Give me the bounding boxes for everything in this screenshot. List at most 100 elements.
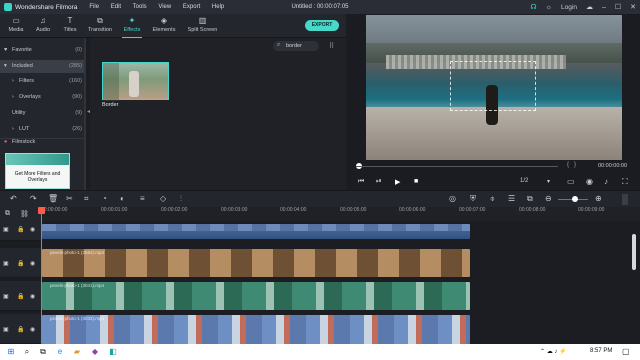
sidebar-item-lut[interactable]: › LUT (26) — [0, 123, 86, 136]
minimize-icon[interactable]: – — [602, 4, 606, 11]
transform-box[interactable] — [450, 61, 536, 111]
windows-start-icon[interactable]: ⊞ — [6, 347, 16, 357]
in-out-bracket-icon[interactable]: { } — [567, 162, 576, 168]
tab-titles[interactable]: T Titles — [60, 14, 80, 38]
promo-thumbnail — [6, 154, 69, 165]
menu-view[interactable]: View — [158, 4, 171, 10]
color-icon[interactable]: ◐ — [120, 194, 125, 203]
add-track-icon[interactable]: ⧉ — [5, 210, 10, 218]
crop-icon[interactable]: ⌗ — [84, 194, 89, 204]
login-button[interactable]: Login — [561, 4, 577, 11]
export-button[interactable]: EXPORT — [305, 20, 339, 31]
tab-transition[interactable]: ⧉ Transition — [85, 14, 115, 38]
voiceover-icon[interactable]: ☰ — [508, 194, 515, 203]
snapshot-icon[interactable]: ◉ — [586, 177, 593, 186]
split-audio-icon[interactable]: ⫶ — [180, 194, 182, 204]
timeline-clip-4[interactable]: pexels-photo-1 (3033).mp4 — [42, 315, 470, 344]
sidebar-item-included[interactable]: ▾ Included (285) — [0, 60, 86, 73]
monitor-icon[interactable]: ▭ — [567, 177, 575, 186]
track-header-top: ⧉ ⛓ — [0, 207, 41, 221]
timeline-clip-2[interactable]: pexels-photo-1 (2584).mp4 — [42, 249, 470, 277]
lock-icon[interactable]: 🔒 — [17, 326, 24, 333]
render-icon[interactable]: ◎ — [449, 194, 456, 203]
lock-icon[interactable]: 🔒 — [17, 226, 24, 233]
clip-name: pexels-photo-1 (3041).mp4 — [50, 283, 105, 288]
tab-split-screen[interactable]: ▥ Split Screen — [185, 14, 220, 38]
system-tray-icons[interactable]: ⌃ ☁ ♪ ⚡ — [540, 348, 567, 355]
preview-scrubber[interactable] — [356, 166, 558, 167]
grid-view-icon[interactable]: ⠿ — [329, 42, 334, 50]
bulb-icon[interactable]: ☼ — [546, 4, 552, 11]
shield-icon[interactable]: ⛨ — [470, 194, 476, 204]
notification-icon[interactable]: ▢ — [622, 347, 630, 356]
preview-video[interactable] — [366, 15, 622, 160]
timeline-vertical-scrollbar[interactable] — [632, 234, 636, 270]
timeline-handle[interactable] — [622, 194, 628, 205]
menu-export[interactable]: Export — [183, 4, 200, 10]
effect-thumbnail-border[interactable] — [102, 62, 169, 101]
tab-elements[interactable]: ◈ Elements — [150, 14, 178, 38]
lock-icon[interactable]: 🔒 — [17, 260, 24, 267]
sidebar-item-favorite[interactable]: ♥ Favorite (0) — [0, 44, 86, 57]
sidebar-item-overlays[interactable]: › Overlays (90) — [0, 91, 86, 104]
split-screen-icon: ▥ — [198, 16, 207, 25]
filmora-taskbar-icon[interactable]: ◧ — [108, 347, 118, 357]
filmstock-icon: ● — [4, 139, 8, 145]
delete-icon[interactable]: 🗑 — [48, 194, 58, 203]
sidebar-item-filters[interactable]: › Filters (160) — [0, 75, 86, 88]
text-T-icon: T — [67, 16, 73, 25]
microphone-icon[interactable]: ⌽ — [490, 194, 495, 204]
cut-icon[interactable]: ✂ — [66, 194, 73, 203]
file-explorer-icon[interactable]: ▰ — [72, 347, 82, 357]
chevron-down-icon[interactable]: ▾ — [547, 178, 550, 185]
task-view-icon[interactable]: ⧉ — [38, 347, 48, 357]
resolution-select[interactable]: 1/2 — [520, 178, 528, 184]
volume-icon[interactable]: ♪ — [604, 177, 608, 186]
edge-icon[interactable]: e — [55, 347, 65, 357]
person-figure — [129, 71, 139, 97]
zoom-out-icon[interactable]: ⊖ — [545, 194, 552, 203]
lock-icon[interactable]: 🔒 — [17, 293, 24, 300]
close-icon[interactable]: ✕ — [630, 3, 636, 11]
timeline-clip-3[interactable]: pexels-photo-1 (3041).mp4 — [42, 282, 470, 310]
headset-icon[interactable]: ☊ — [530, 3, 536, 11]
menu-edit[interactable]: Edit — [111, 4, 121, 10]
fullscreen-icon[interactable]: ⛶ — [622, 177, 628, 187]
menu-file[interactable]: File — [89, 4, 99, 10]
eye-icon[interactable]: ◉ — [30, 226, 35, 233]
timeline-ruler[interactable]: 00:00:00:00 00:00:01:00 00:00:02:00 00:0… — [41, 207, 640, 221]
maximize-icon[interactable]: ☐ — [615, 3, 621, 11]
audio-mixer-icon[interactable]: ≡ — [140, 194, 145, 203]
app-icon[interactable]: ◆ — [90, 347, 100, 357]
tab-effects[interactable]: ✦ Effects — [120, 14, 144, 38]
prev-frame-icon[interactable]: ⏮ — [358, 178, 364, 186]
playhead-handle[interactable] — [38, 207, 45, 214]
sidebar-scrollbar[interactable] — [84, 38, 86, 190]
sidebar-item-utility[interactable]: Utility (9) — [0, 107, 86, 120]
eye-icon[interactable]: ◉ — [30, 260, 35, 267]
menu-tools[interactable]: Tools — [133, 4, 147, 10]
promo-card[interactable]: Get More Filters and Overlays — [5, 153, 70, 189]
link-icon[interactable]: ⛓ — [20, 210, 29, 218]
eye-icon[interactable]: ◉ — [30, 326, 35, 333]
tab-media[interactable]: ▭ Media — [6, 14, 26, 38]
play-icon[interactable]: ▶ — [395, 178, 400, 186]
playhead[interactable] — [41, 207, 42, 344]
speed-icon[interactable]: ◔ — [102, 194, 107, 203]
stop-icon[interactable]: ■ — [414, 178, 418, 185]
keyframe-icon[interactable]: ◇ — [160, 194, 166, 203]
eye-icon[interactable]: ◉ — [30, 293, 35, 300]
detach-icon[interactable]: ⧉ — [527, 194, 533, 204]
timeline-clip-border-effect[interactable] — [42, 224, 470, 239]
tab-audio[interactable]: ♫ Audio — [32, 14, 54, 38]
zoom-slider-handle[interactable] — [572, 196, 578, 202]
filmora-logo-icon — [4, 3, 12, 11]
redo-icon[interactable]: ↷ — [30, 194, 37, 203]
undo-icon[interactable]: ↶ — [10, 194, 17, 203]
sidebar-item-filmstock[interactable]: ● Filmstock — [0, 136, 86, 149]
search-icon[interactable]: ⌕ — [22, 347, 32, 357]
zoom-in-icon[interactable]: ⊕ — [595, 194, 602, 203]
menu-help[interactable]: Help — [212, 4, 224, 10]
cloud-icon[interactable]: ☁ — [586, 3, 593, 11]
play-pause-icon[interactable]: ⏯ — [376, 178, 382, 186]
